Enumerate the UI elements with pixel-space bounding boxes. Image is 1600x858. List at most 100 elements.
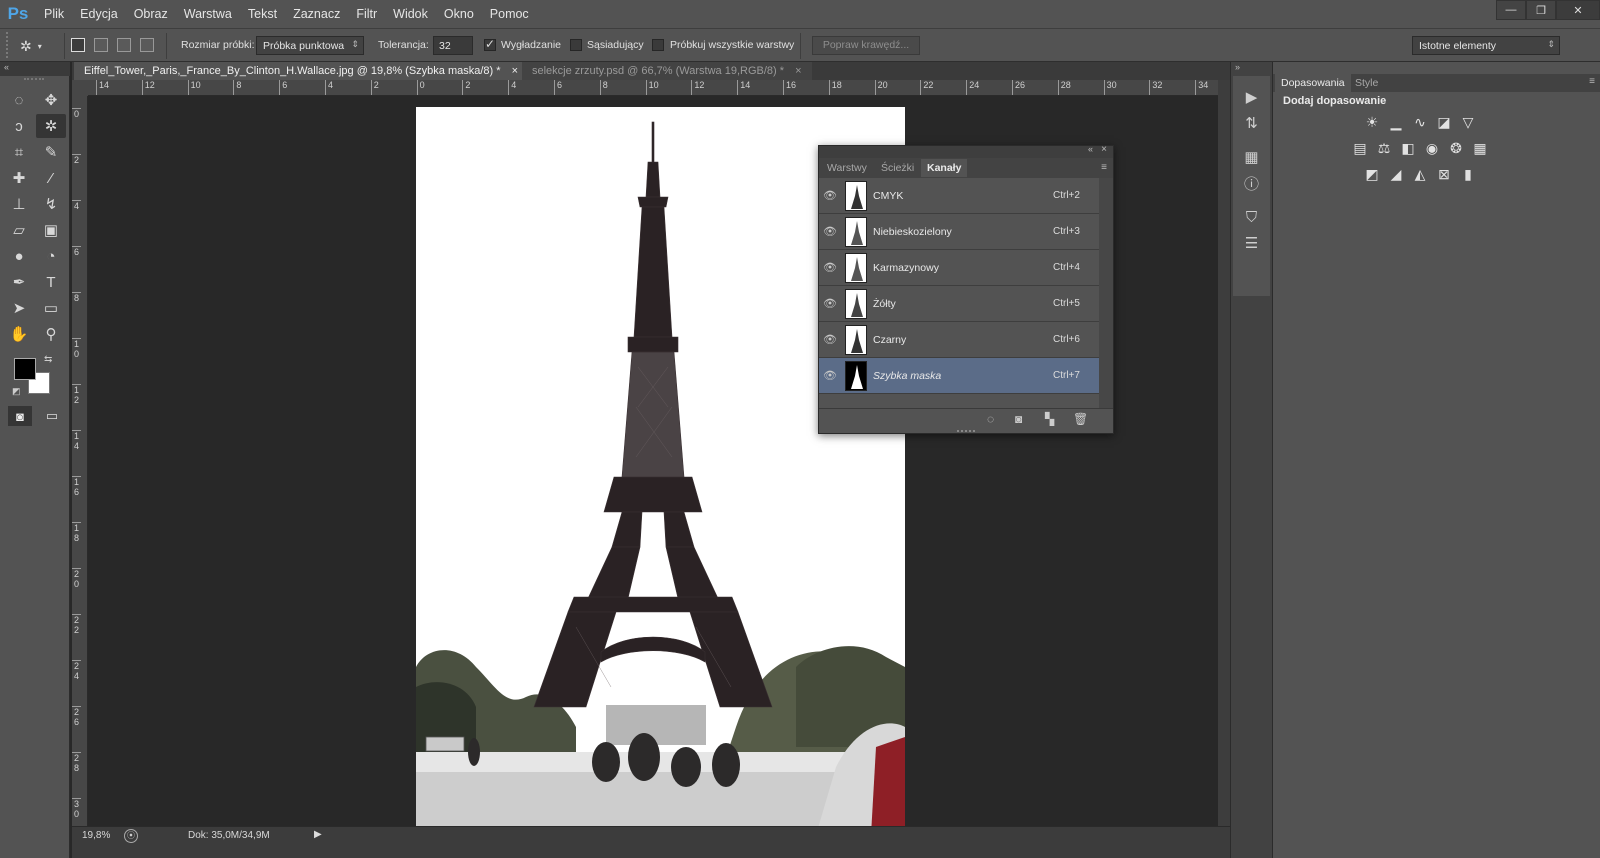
posterize-icon[interactable]: ◢ — [1387, 166, 1405, 182]
marquee-tool-icon[interactable]: ◌ — [4, 88, 34, 112]
collapse-icon[interactable]: « — [4, 62, 9, 72]
brush-tool-icon[interactable]: ⁄ — [36, 166, 66, 190]
menu-type[interactable]: Tekst — [240, 0, 285, 28]
panel-menu-icon[interactable]: ≡ — [1101, 162, 1107, 173]
channel-mixer-icon[interactable]: ❂ — [1447, 140, 1465, 156]
vertical-ruler[interactable]: 0 2 4 6 8 10 12 14 16 18 20 22 24 26 28 30 — [72, 96, 88, 826]
channel-row-black[interactable]: 👁 Czarny Ctrl+6 — [819, 322, 1099, 358]
visibility-eye-icon[interactable]: 👁 — [819, 369, 841, 382]
tab-styles[interactable]: Style — [1349, 74, 1384, 92]
selective-color-icon[interactable]: ⊠ — [1435, 166, 1453, 182]
sample-size-select[interactable]: Próbka punktowa — [256, 36, 364, 55]
channel-row-yellow[interactable]: 👁 Żółty Ctrl+5 — [819, 286, 1099, 322]
move-tool-icon[interactable]: ✥ — [36, 88, 66, 112]
toolbox-collapse-strip[interactable]: « — [0, 62, 70, 76]
eyedropper-tool-icon[interactable]: ✎ — [36, 140, 66, 164]
crop-tool-icon[interactable]: ⌗ — [4, 140, 34, 164]
refine-edge-button[interactable]: Popraw krawędź... — [812, 36, 920, 55]
menu-filter[interactable]: Filtr — [348, 0, 385, 28]
play-actions-icon[interactable]: ▶ — [1233, 84, 1270, 110]
default-colors-icon[interactable]: ◩ — [12, 386, 21, 397]
levels-icon[interactable]: ▁ — [1387, 114, 1405, 130]
menu-view[interactable]: Widok — [385, 0, 436, 28]
brightness-contrast-icon[interactable]: ☀ — [1363, 114, 1381, 130]
close-button[interactable]: ✕ — [1556, 0, 1600, 20]
new-channel-icon[interactable]: ▚ — [1045, 412, 1054, 426]
color-balance-icon[interactable]: ⚖ — [1375, 140, 1393, 156]
dodge-tool-icon[interactable]: ◔ — [36, 244, 66, 268]
tab-eiffel-document[interactable]: Eiffel_Tower,_Paris,_France_By_Clinton_H… — [74, 62, 529, 80]
expand-dock-icon[interactable]: » — [1235, 62, 1240, 72]
status-info-icon[interactable]: ⦿ — [124, 829, 138, 843]
magic-wand-preset-icon[interactable]: ✲ ▾ — [20, 35, 56, 57]
tab-channels[interactable]: Kanały — [921, 159, 968, 177]
tolerance-input[interactable]: 32 — [433, 36, 473, 55]
panel-resize-grip[interactable] — [957, 430, 975, 432]
menu-edit[interactable]: Edycja — [72, 0, 126, 28]
zoom-tool-icon[interactable]: ⚲ — [36, 322, 66, 346]
rectangle-tool-icon[interactable]: ▭ — [36, 296, 66, 320]
eraser-tool-icon[interactable]: ▱ — [4, 218, 34, 242]
visibility-eye-icon[interactable]: 👁 — [819, 189, 841, 202]
channel-row-magenta[interactable]: 👁 Karmazynowy Ctrl+4 — [819, 250, 1099, 286]
canvas-vertical-scrollbar[interactable] — [1218, 80, 1230, 826]
path-selection-tool-icon[interactable]: ➤ — [4, 296, 34, 320]
menu-image[interactable]: Obraz — [126, 0, 176, 28]
menu-layer[interactable]: Warstwa — [176, 0, 240, 28]
channels-scrollbar[interactable] — [1099, 178, 1113, 410]
panel-titlebar[interactable]: « × — [819, 144, 1113, 158]
tab-adjustments[interactable]: Dopasowania — [1275, 74, 1351, 92]
lasso-tool-icon[interactable]: ↄ — [4, 114, 34, 138]
new-selection-icon[interactable] — [71, 38, 85, 52]
delete-channel-icon[interactable]: 🗑 — [1073, 412, 1088, 426]
collapse-panel-icon[interactable]: « — [1088, 144, 1093, 154]
close-panel-icon[interactable]: × — [1101, 144, 1107, 155]
brush-presets-icon[interactable]: ⛉ — [1233, 204, 1270, 230]
clone-stamp-tool-icon[interactable]: ⊥ — [4, 192, 34, 216]
gradient-tool-icon[interactable]: ▣ — [36, 218, 66, 242]
contiguous-checkbox[interactable] — [570, 39, 582, 51]
quick-mask-mode-icon[interactable]: ◙ — [8, 406, 32, 426]
status-menu-arrow-icon[interactable]: ▶ — [314, 829, 322, 840]
tab-selekcje-document[interactable]: selekcje zrzuty.psd @ 66,7% (Warstwa 19,… — [522, 62, 812, 80]
visibility-eye-icon[interactable]: 👁 — [819, 225, 841, 238]
horizontal-ruler[interactable]: 14 12 10 8 6 4 2 0 2 4 6 8 10 12 14 16 18 20 22 24 26 28 30 32 3… — [88, 80, 1218, 96]
hue-saturation-icon[interactable]: ▤ — [1351, 140, 1369, 156]
gradient-map-icon[interactable]: ▮ — [1459, 166, 1477, 182]
channel-row-quick-mask[interactable]: 👁 Szybka maska Ctrl+7 — [819, 358, 1099, 394]
visibility-eye-icon[interactable]: 👁 — [819, 297, 841, 310]
threshold-icon[interactable]: ◭ — [1411, 166, 1429, 182]
foreground-color-swatch[interactable] — [14, 358, 36, 380]
black-white-icon[interactable]: ◧ — [1399, 140, 1417, 156]
histogram-icon[interactable]: ▦ — [1233, 144, 1270, 170]
invert-icon[interactable]: ◩ — [1363, 166, 1381, 182]
pen-tool-icon[interactable]: ✒ — [4, 270, 34, 294]
type-tool-icon[interactable]: T — [36, 270, 66, 294]
sample-all-layers-checkbox[interactable] — [652, 39, 664, 51]
toolbox-grip[interactable] — [24, 78, 44, 80]
healing-brush-tool-icon[interactable]: ✚ — [4, 166, 34, 190]
photo-filter-icon[interactable]: ◉ — [1423, 140, 1441, 156]
visibility-eye-icon[interactable]: 👁 — [819, 261, 841, 274]
menu-help[interactable]: Pomoc — [482, 0, 537, 28]
restore-button[interactable]: ❐ — [1526, 0, 1556, 20]
history-brush-tool-icon[interactable]: ↯ — [36, 192, 66, 216]
load-channel-as-selection-icon[interactable]: ◌ — [987, 412, 994, 426]
swap-colors-icon[interactable]: ⇆ — [44, 354, 52, 365]
channel-row-cyan[interactable]: 👁 Niebieskozielony Ctrl+3 — [819, 214, 1099, 250]
workspace-select[interactable]: Istotne elementy — [1412, 36, 1560, 55]
close-tab-icon[interactable]: × — [512, 65, 518, 77]
zoom-level[interactable]: 19,8% — [82, 830, 110, 841]
vibrance-icon[interactable]: ▽ — [1459, 114, 1477, 130]
menu-select[interactable]: Zaznacz — [285, 0, 348, 28]
panel-menu-icon[interactable]: ≡ — [1589, 76, 1595, 87]
channel-row-cmyk[interactable]: 👁 CMYK Ctrl+2 — [819, 178, 1099, 214]
visibility-eye-icon[interactable]: 👁 — [819, 333, 841, 346]
menu-window[interactable]: Okno — [436, 0, 482, 28]
save-selection-as-channel-icon[interactable]: ◙ — [1015, 412, 1022, 426]
curves-icon[interactable]: ∿ — [1411, 114, 1429, 130]
blur-tool-icon[interactable]: ● — [4, 244, 34, 268]
subtract-from-selection-icon[interactable] — [117, 38, 131, 52]
add-to-selection-icon[interactable] — [94, 38, 108, 52]
tool-presets-icon[interactable]: ☰ — [1233, 230, 1270, 256]
